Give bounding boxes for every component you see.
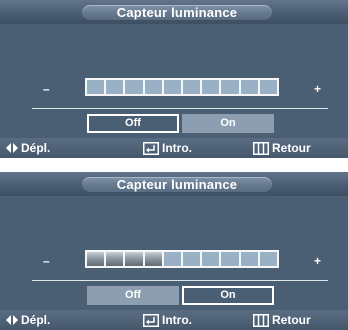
osd-panel-on: Capteur luminance – + Off On Dépl. Intro…: [0, 172, 348, 330]
option-off[interactable]: Off: [87, 114, 179, 133]
option-off[interactable]: Off: [87, 286, 179, 305]
left-right-arrows-icon: [6, 143, 18, 153]
level-segment: [163, 80, 182, 94]
increase-label: +: [314, 254, 322, 268]
increase-label: +: [314, 82, 322, 96]
level-segment: [183, 80, 201, 94]
footer-back: Retour: [253, 138, 311, 158]
level-segment: [87, 252, 105, 266]
menu-title: Capteur luminance: [82, 5, 272, 21]
footer-bar: Dépl. Intro. Retour: [0, 138, 348, 158]
level-segment: [259, 80, 278, 94]
level-segment: [106, 252, 124, 266]
option-on[interactable]: On: [182, 114, 274, 133]
light-sensor-level-bar[interactable]: [85, 78, 279, 96]
footer-move-label: Dépl.: [21, 313, 51, 327]
left-right-arrows-icon: [6, 315, 18, 325]
level-segment: [202, 252, 220, 266]
footer-back: Retour: [253, 310, 311, 330]
footer-move: Dépl.: [6, 138, 50, 158]
title-bar: Capteur luminance: [0, 0, 348, 24]
footer-enter-label: Intro.: [162, 313, 192, 327]
decrease-label: –: [43, 82, 50, 96]
level-segment: [125, 252, 143, 266]
level-segment: [163, 252, 182, 266]
divider: [32, 108, 328, 109]
level-segment: [259, 252, 278, 266]
footer-move-label: Dépl.: [21, 141, 51, 155]
divider: [32, 280, 328, 281]
enter-key-icon: [143, 141, 159, 155]
footer-enter: Intro.: [143, 138, 192, 158]
menu-return-icon: [253, 313, 269, 327]
title-bar: Capteur luminance: [0, 172, 348, 196]
enter-key-icon: [143, 313, 159, 327]
level-segment: [221, 80, 239, 94]
menu-body: – + Off On: [0, 24, 348, 138]
level-segment: [87, 80, 105, 94]
menu-body: – + Off On: [0, 196, 348, 310]
level-segment: [144, 80, 162, 94]
footer-back-label: Retour: [272, 313, 311, 327]
option-on[interactable]: On: [182, 286, 274, 305]
level-segment: [183, 252, 201, 266]
level-segment: [106, 80, 124, 94]
menu-title: Capteur luminance: [82, 177, 272, 193]
level-segment: [240, 80, 258, 94]
light-sensor-level-bar[interactable]: [85, 250, 279, 268]
footer-move: Dépl.: [6, 310, 50, 330]
footer-bar: Dépl. Intro. Retour: [0, 310, 348, 330]
footer-back-label: Retour: [272, 141, 311, 155]
decrease-label: –: [43, 254, 50, 268]
footer-enter-label: Intro.: [162, 141, 192, 155]
menu-return-icon: [253, 141, 269, 155]
level-segment: [144, 252, 162, 266]
level-segment: [221, 252, 239, 266]
level-segment: [202, 80, 220, 94]
level-segment: [240, 252, 258, 266]
level-segment: [125, 80, 143, 94]
footer-enter: Intro.: [143, 310, 192, 330]
osd-panel-off: Capteur luminance – + Off On Dépl. Intro…: [0, 0, 348, 158]
